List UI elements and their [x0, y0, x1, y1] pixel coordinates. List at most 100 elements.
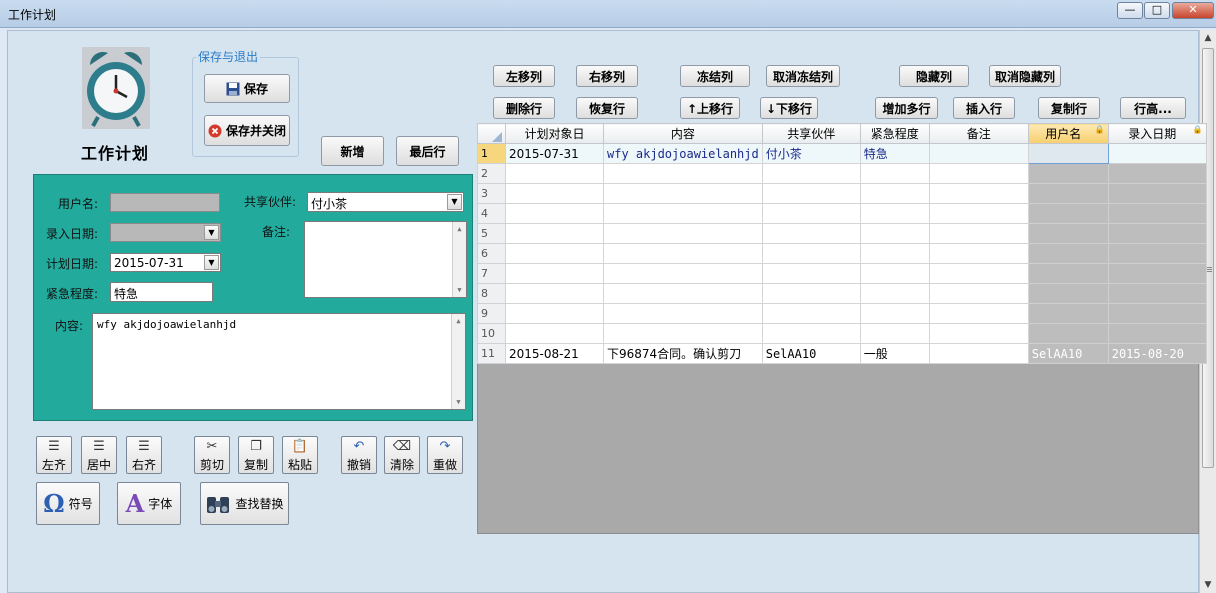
- partner-cell[interactable]: [761, 203, 861, 224]
- username-cell[interactable]: [1027, 263, 1109, 284]
- entry-date-cell[interactable]: [1107, 303, 1207, 324]
- column-header[interactable]: 计划对象日: [505, 123, 604, 144]
- table-row[interactable]: 8: [477, 283, 1207, 304]
- column-header[interactable]: 共享伙伴: [761, 123, 861, 144]
- plan-date-cell[interactable]: [505, 203, 604, 224]
- note-cell[interactable]: [928, 143, 1029, 164]
- urgency-cell[interactable]: [859, 303, 930, 324]
- maximize-button[interactable]: □: [1144, 2, 1170, 19]
- note-cell[interactable]: [928, 183, 1029, 204]
- table-row[interactable]: 6: [477, 243, 1207, 264]
- entry-date-cell[interactable]: [1107, 163, 1207, 184]
- column-header[interactable]: 录入日期 🔒: [1107, 123, 1207, 144]
- partner-cell[interactable]: [761, 183, 861, 204]
- move-row-up-button[interactable]: ↑上移行: [680, 97, 740, 119]
- align-left-button[interactable]: ☰ 左齐: [36, 436, 72, 474]
- chevron-down-icon[interactable]: ▼: [447, 194, 462, 210]
- plan-date-cell[interactable]: [505, 323, 604, 344]
- notes-textarea[interactable]: ▲ ▼: [304, 221, 467, 298]
- grid-corner[interactable]: [477, 123, 506, 144]
- row-number[interactable]: 9: [477, 303, 506, 324]
- copy-row-button[interactable]: 复制行: [1038, 97, 1100, 119]
- content-cell[interactable]: [603, 283, 763, 304]
- notes-scrollbar[interactable]: ▲ ▼: [452, 222, 466, 297]
- entry-date-cell[interactable]: [1107, 263, 1207, 284]
- partner-cell[interactable]: [761, 303, 861, 324]
- urgency-cell[interactable]: [859, 223, 930, 244]
- plan-grid[interactable]: 计划对象日 内容 共享伙伴 紧急程度 备注 用户名 🔒 录入日期 🔒 1 2015-0…: [477, 123, 1207, 364]
- username-cell[interactable]: SelAA10: [1027, 343, 1109, 364]
- column-header[interactable]: 备注: [928, 123, 1029, 144]
- content-cell[interactable]: [603, 263, 763, 284]
- row-number[interactable]: 4: [477, 203, 506, 224]
- cut-button[interactable]: ✂ 剪切: [194, 436, 230, 474]
- copy-button[interactable]: ❐ 复制: [238, 436, 274, 474]
- entry-date-cell[interactable]: [1107, 283, 1207, 304]
- close-button[interactable]: ✕: [1172, 2, 1214, 19]
- entry-date-cell[interactable]: [1107, 223, 1207, 244]
- plan-date-cell[interactable]: [505, 263, 604, 284]
- move-column-left-button[interactable]: 左移列: [493, 65, 555, 87]
- last-row-button[interactable]: 最后行: [396, 136, 459, 166]
- unhide-column-button[interactable]: 取消隐藏列: [989, 65, 1061, 87]
- entry-date-cell[interactable]: [1107, 203, 1207, 224]
- content-cell[interactable]: [603, 243, 763, 264]
- table-row[interactable]: 2: [477, 163, 1207, 184]
- username-field[interactable]: [110, 193, 220, 212]
- chevron-down-icon[interactable]: ▼: [204, 225, 219, 240]
- delete-row-button[interactable]: 删除行: [493, 97, 555, 119]
- hide-column-button[interactable]: 隐藏列: [899, 65, 969, 87]
- plan-date-cell[interactable]: 2015-07-31: [505, 143, 604, 164]
- row-number[interactable]: 6: [477, 243, 506, 264]
- partner-select[interactable]: 付小茶 ▼: [307, 192, 464, 212]
- table-row[interactable]: 4: [477, 203, 1207, 224]
- entry-date-cell[interactable]: [1107, 323, 1207, 344]
- plan-date-cell[interactable]: [505, 283, 604, 304]
- plan-date-cell[interactable]: [505, 303, 604, 324]
- urgency-cell[interactable]: [859, 263, 930, 284]
- note-cell[interactable]: [928, 243, 1029, 264]
- partner-cell[interactable]: [761, 263, 861, 284]
- restore-row-button[interactable]: 恢复行: [576, 97, 638, 119]
- new-button[interactable]: 新增: [321, 136, 384, 166]
- row-height-button[interactable]: 行高...: [1120, 97, 1186, 119]
- note-cell[interactable]: [928, 323, 1029, 344]
- table-row[interactable]: 1 2015-07-31 wfy akjdojoawielanhjd 付小茶 特急: [477, 143, 1207, 164]
- username-cell[interactable]: [1027, 163, 1109, 184]
- username-cell[interactable]: [1027, 203, 1109, 224]
- urgency-cell[interactable]: 一般: [859, 343, 930, 364]
- username-cell[interactable]: [1027, 243, 1109, 264]
- plan-date-cell[interactable]: [505, 223, 604, 244]
- move-row-down-button[interactable]: ↓下移行: [760, 97, 818, 119]
- table-row[interactable]: 3: [477, 183, 1207, 204]
- find-replace-button[interactable]: 查找替换: [200, 482, 289, 525]
- content-cell[interactable]: 下96874合同。确认剪刀: [603, 343, 763, 364]
- content-cell[interactable]: [603, 163, 763, 184]
- row-number[interactable]: 7: [477, 263, 506, 284]
- add-rows-button[interactable]: 增加多行: [875, 97, 938, 119]
- undo-button[interactable]: ↶ 撤销: [341, 436, 377, 474]
- scroll-up-arrow-icon[interactable]: ▲: [1200, 30, 1216, 46]
- partner-cell[interactable]: [761, 323, 861, 344]
- row-number[interactable]: 5: [477, 223, 506, 244]
- plan-date-cell[interactable]: [505, 243, 604, 264]
- entry-date-field[interactable]: ▼: [110, 223, 221, 242]
- column-header[interactable]: 内容: [603, 123, 763, 144]
- row-number[interactable]: 10: [477, 323, 506, 344]
- row-number[interactable]: 2: [477, 163, 506, 184]
- urgency-field[interactable]: 特急: [110, 282, 213, 302]
- username-cell[interactable]: [1027, 183, 1109, 204]
- note-cell[interactable]: [928, 163, 1029, 184]
- row-number[interactable]: 11: [477, 343, 506, 364]
- note-cell[interactable]: [928, 343, 1029, 364]
- content-textarea[interactable]: wfy akjdojoawielanhjd ▲ ▼: [92, 313, 466, 410]
- note-cell[interactable]: [928, 223, 1029, 244]
- plan-date-cell[interactable]: [505, 183, 604, 204]
- row-number[interactable]: 1: [477, 143, 506, 164]
- clear-button[interactable]: ⌫ 清除: [384, 436, 420, 474]
- note-cell[interactable]: [928, 283, 1029, 304]
- font-button[interactable]: A 字体: [117, 482, 181, 525]
- username-cell[interactable]: [1027, 303, 1109, 324]
- urgency-cell[interactable]: [859, 243, 930, 264]
- partner-cell[interactable]: [761, 163, 861, 184]
